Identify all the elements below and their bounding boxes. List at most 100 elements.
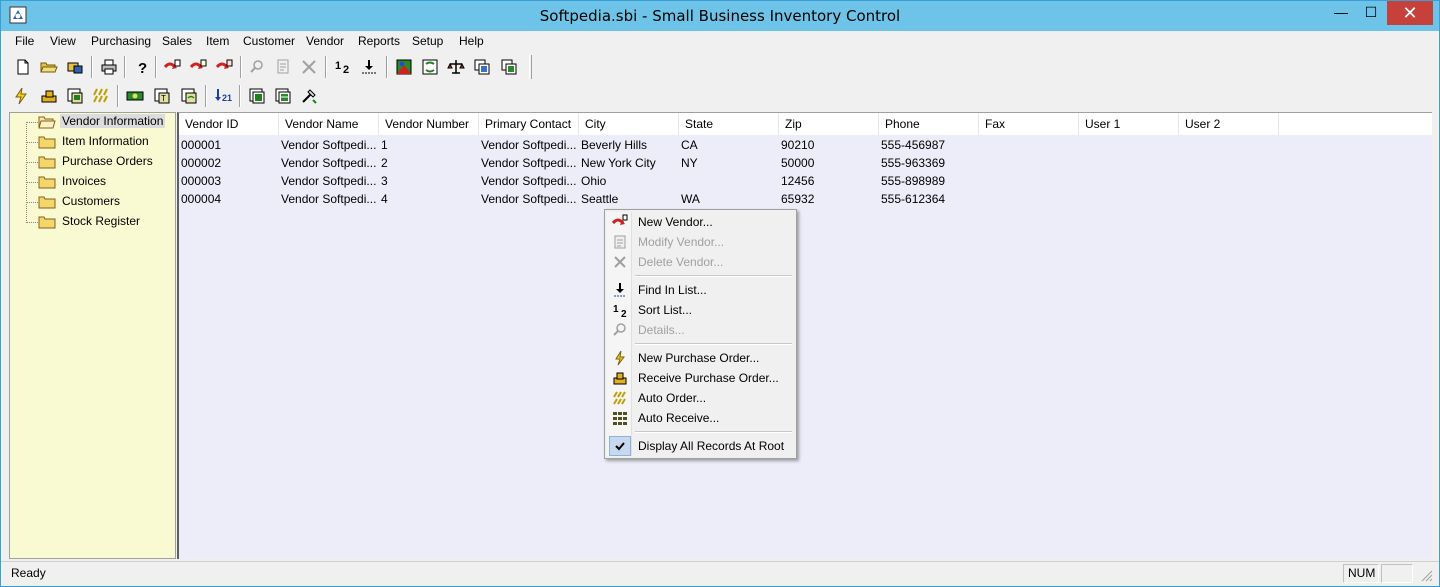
tree-item-stock-register[interactable]: Stock Register: [38, 213, 178, 231]
table-row[interactable]: 000002 Vendor Softpedi... 2 Vendor Softp…: [179, 155, 1279, 173]
menu-item-delete-vendor[interactable]: Delete Vendor...: [607, 252, 794, 272]
scale-icon[interactable]: [446, 57, 466, 77]
menu-item-auto-receive[interactable]: Auto Receive...: [607, 408, 794, 428]
tree-item-purchase-orders[interactable]: Purchase Orders: [38, 153, 178, 171]
menu-separator: [635, 431, 792, 433]
table-row[interactable]: 000001 Vendor Softpedi... 1 Vendor Softp…: [179, 137, 1279, 155]
tree-item-customers[interactable]: Customers: [38, 193, 178, 211]
tree-connector: [26, 202, 38, 203]
menu-purchasing[interactable]: Purchasing: [91, 34, 151, 48]
menu-item-new-vendor[interactable]: New Vendor...: [607, 212, 794, 232]
menu-reports[interactable]: Reports: [358, 34, 400, 48]
svg-text:T: T: [161, 94, 166, 103]
open-folder-icon[interactable]: [39, 57, 59, 77]
cell-vendor-id: 000004: [181, 192, 222, 206]
maximize-button[interactable]: ☐: [1356, 1, 1386, 25]
print-icon[interactable]: [99, 57, 119, 77]
stack-icon[interactable]: [247, 86, 267, 106]
svg-text:2: 2: [343, 64, 349, 76]
tree-item-vendor-information[interactable]: Vendor Information: [38, 113, 178, 131]
cell-primary-contact: Vendor Softpedi...: [481, 138, 577, 152]
tree-connector: [26, 182, 38, 183]
open-file-icon[interactable]: [65, 57, 85, 77]
svg-text:?: ?: [138, 60, 147, 77]
column-header-vendor-name[interactable]: Vendor Name: [279, 113, 379, 135]
column-header-user-1[interactable]: User 1: [1079, 113, 1179, 135]
resize-grip-icon[interactable]: [1419, 568, 1433, 582]
table-row[interactable]: 000003 Vendor Softpedi... 3 Vendor Softp…: [179, 173, 1279, 191]
vendor-list[interactable]: Vendor ID Vendor Name Vendor Number Prim…: [177, 112, 1432, 559]
report-icon[interactable]: [394, 57, 414, 77]
delete-icon[interactable]: [299, 57, 319, 77]
table-row[interactable]: 000004 Vendor Softpedi... 4 Vendor Softp…: [179, 191, 1279, 209]
invoice-icon[interactable]: T: [152, 86, 172, 106]
column-header-vendor-id[interactable]: Vendor ID: [179, 113, 279, 135]
menu-vendor[interactable]: Vendor: [306, 34, 344, 48]
menu-help[interactable]: Help: [459, 34, 484, 48]
toolbar-separator: [117, 85, 119, 107]
menu-item-display-all-records-at-root[interactable]: Display All Records At Root: [607, 436, 794, 456]
column-header-fax[interactable]: Fax: [979, 113, 1079, 135]
modify-vendor-icon[interactable]: [188, 57, 208, 77]
menu-customer[interactable]: Customer: [243, 34, 295, 48]
purchase-report-icon[interactable]: [65, 86, 85, 106]
cell-city: Seattle: [581, 192, 619, 206]
tree-item-item-information[interactable]: Item Information: [38, 133, 178, 151]
tools-icon[interactable]: [299, 86, 319, 106]
folder-icon: [38, 176, 56, 189]
copy-alt-icon[interactable]: [499, 57, 519, 77]
column-header-state[interactable]: State: [679, 113, 779, 135]
help-icon[interactable]: ?: [132, 57, 152, 77]
details-icon[interactable]: [247, 57, 267, 77]
new-vendor-icon[interactable]: [162, 57, 182, 77]
menu-item-auto-order[interactable]: Auto Order...: [607, 388, 794, 408]
menu-item-new-purchase-order[interactable]: New Purchase Order...: [607, 348, 794, 368]
find-in-list-icon[interactable]: [359, 57, 379, 77]
column-header-vendor-number[interactable]: Vendor Number: [379, 113, 479, 135]
menu-sales[interactable]: Sales: [162, 34, 192, 48]
new-purchase-order-icon[interactable]: [11, 86, 31, 106]
modify-icon[interactable]: [273, 57, 293, 77]
menu-file[interactable]: File: [15, 34, 34, 48]
minimize-button[interactable]: —: [1326, 1, 1356, 25]
column-header-zip[interactable]: Zip: [779, 113, 879, 135]
navigation-tree[interactable]: Vendor Information Item Information Purc…: [9, 112, 176, 559]
menu-item-modify-vendor[interactable]: Modify Vendor...: [607, 232, 794, 252]
tree-item-invoices[interactable]: Invoices: [38, 173, 178, 191]
svg-text:2: 2: [621, 309, 627, 318]
close-button[interactable]: ✕: [1387, 1, 1433, 25]
receive-purchase-order-icon[interactable]: [39, 86, 59, 106]
menu-item-details[interactable]: Details...: [607, 320, 794, 340]
sort-list-icon[interactable]: 12: [333, 57, 353, 77]
toolbar-separator: [205, 85, 207, 107]
menu-item[interactable]: Item: [206, 34, 229, 48]
cell-city: New York City: [581, 156, 656, 170]
cell-city: Ohio: [581, 174, 607, 188]
toolbar-grip[interactable]: [529, 55, 532, 79]
menu-item-receive-purchase-order[interactable]: Receive Purchase Order...: [607, 368, 794, 388]
title-bar[interactable]: Softpedia.sbi - Small Business Inventory…: [1, 1, 1439, 31]
cell-state: WA: [681, 192, 700, 206]
menu-item-sort-list[interactable]: 12 Sort List...: [607, 300, 794, 320]
column-header-city[interactable]: City: [579, 113, 679, 135]
column-header-phone[interactable]: Phone: [879, 113, 979, 135]
copy-icon[interactable]: [472, 57, 492, 77]
auto-receive-icon[interactable]: [125, 86, 145, 106]
menu-view[interactable]: View: [50, 34, 76, 48]
menu-item-find-in-list[interactable]: Find In List...: [607, 280, 794, 300]
column-header-user-2[interactable]: User 2: [1179, 113, 1279, 135]
modify-vendor-icon: [612, 234, 628, 250]
tree-item-label: Item Information: [62, 134, 149, 148]
column-header-primary-contact[interactable]: Primary Contact: [479, 113, 579, 135]
invoice-alt-icon[interactable]: [179, 86, 199, 106]
reorder-icon[interactable]: 21: [213, 86, 233, 106]
menu-item-label: New Vendor...: [638, 215, 713, 229]
menu-separator: [635, 343, 792, 345]
menu-setup[interactable]: Setup: [412, 34, 443, 48]
recycle-icon[interactable]: [420, 57, 440, 77]
new-document-icon[interactable]: [13, 57, 33, 77]
stack-alt-icon[interactable]: [273, 86, 293, 106]
delete-vendor-icon[interactable]: [214, 57, 234, 77]
auto-order-icon[interactable]: [91, 86, 111, 106]
svg-text:1: 1: [335, 60, 341, 72]
